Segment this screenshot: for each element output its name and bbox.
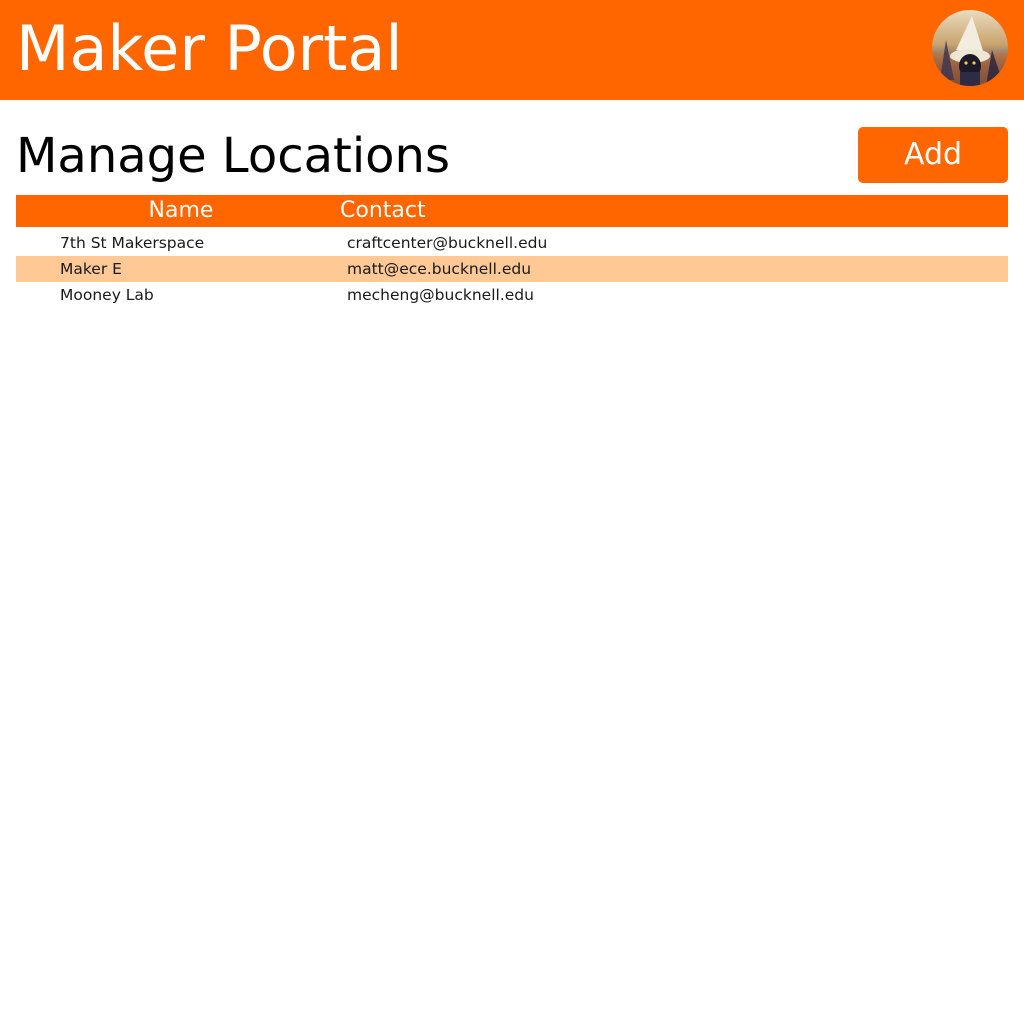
user-avatar-icon[interactable] [932,10,1008,86]
table-header: Name Contact [16,195,1008,227]
column-header-name[interactable]: Name [16,195,346,227]
location-name: Maker E [60,260,122,278]
location-name: 7th St Makerspace [60,234,205,252]
table-body: 7th St Makerspace craftcenter@bucknell.e… [16,230,1008,308]
app-title: Maker Portal [16,12,403,85]
location-name: Mooney Lab [60,286,154,304]
table-row[interactable]: 7th St Makerspace craftcenter@bucknell.e… [16,230,1008,256]
top-bar: Maker Portal [0,0,1024,100]
location-contact: mecheng@bucknell.edu [347,286,534,304]
locations-table: Name Contact 7th St Makerspace craftcent… [16,195,1008,308]
column-header-contact[interactable]: Contact [340,195,426,227]
table-row[interactable]: Maker E matt@ece.bucknell.edu [16,256,1008,282]
location-contact: matt@ece.bucknell.edu [347,260,532,278]
table-row[interactable]: Mooney Lab mecheng@bucknell.edu [16,282,1008,308]
add-location-button[interactable]: Add [858,127,1008,183]
page-title: Manage Locations [16,128,450,184]
location-contact: craftcenter@bucknell.edu [347,234,548,252]
